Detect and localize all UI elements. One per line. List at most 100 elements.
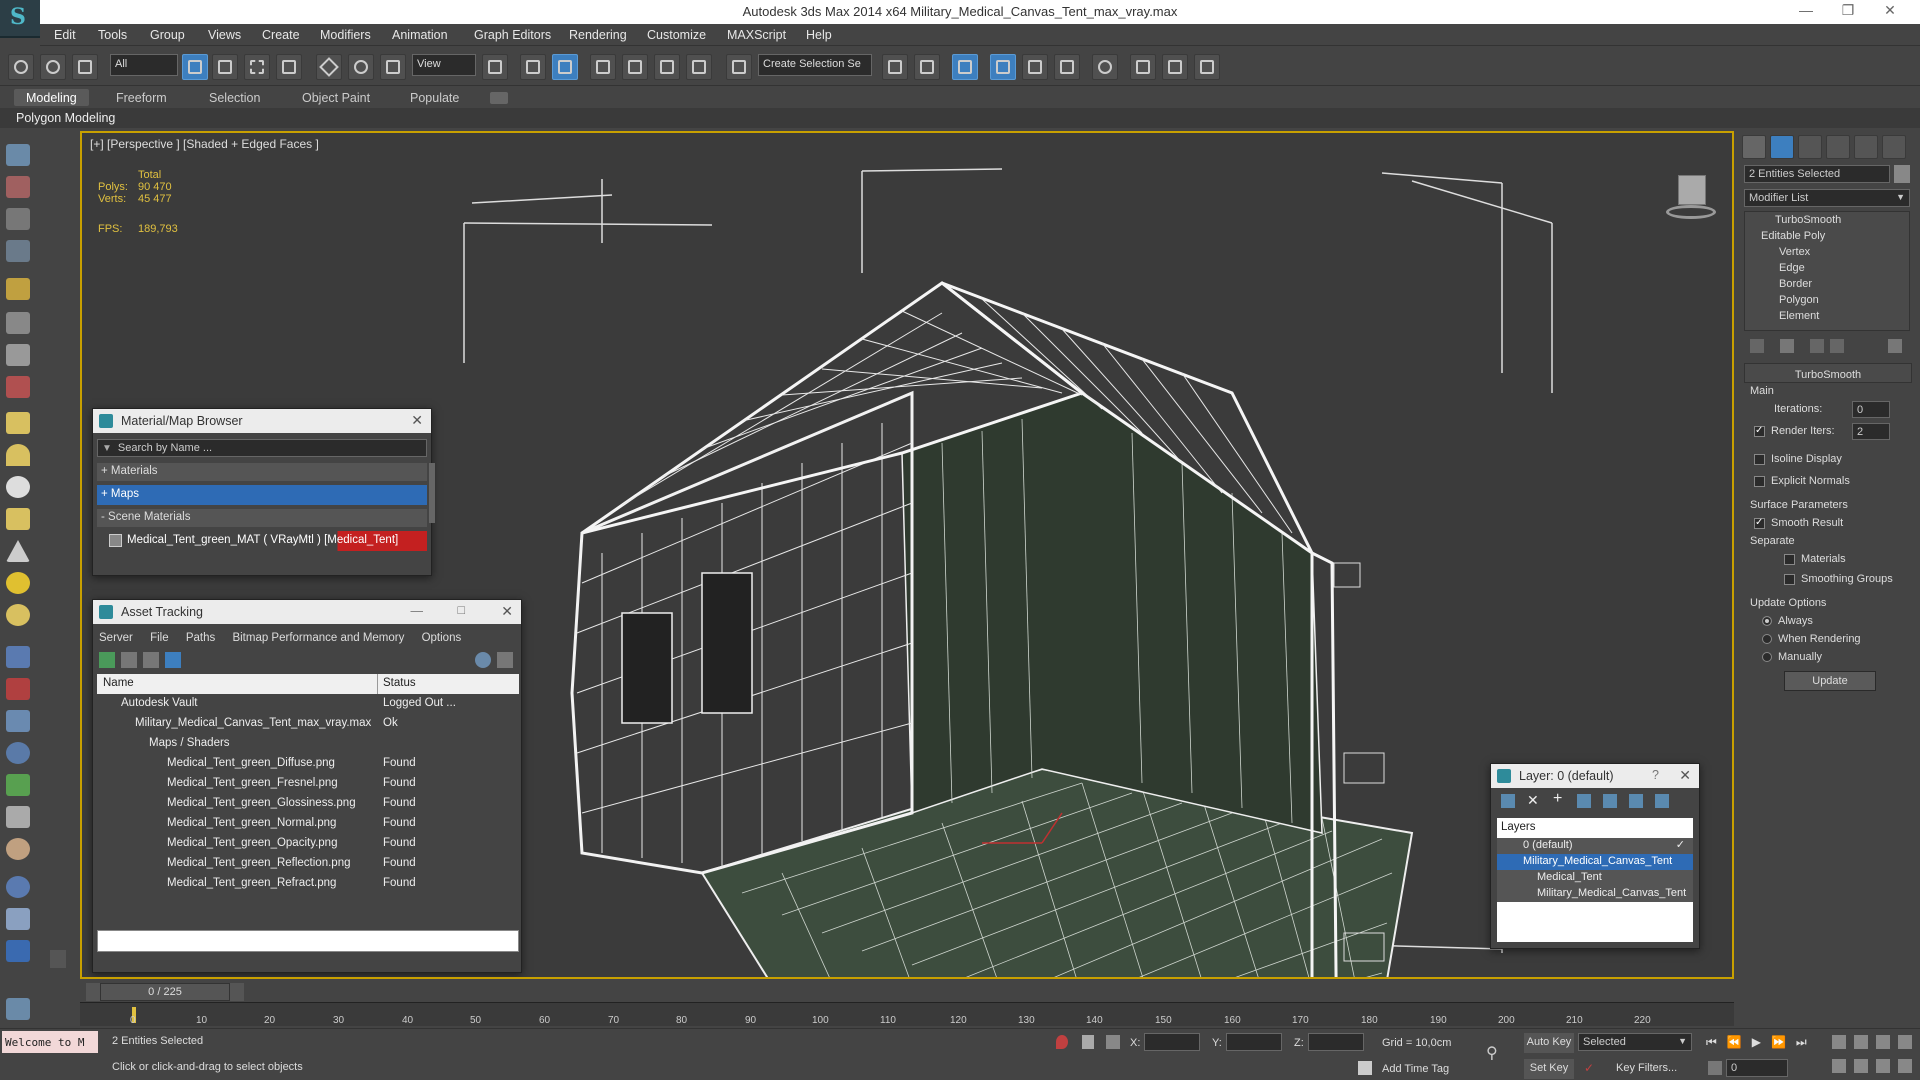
make-unique-icon[interactable] <box>1810 339 1824 353</box>
table-row[interactable]: Military_Medical_Canvas_Tent_max_vray.ma… <box>97 714 519 734</box>
col-name[interactable]: Name <box>103 677 134 689</box>
iterations-spinner[interactable]: 0 <box>1852 401 1890 418</box>
restore-button[interactable]: ❐ <box>1830 2 1866 22</box>
menu-tools[interactable]: Tools <box>98 28 127 42</box>
app-logo-icon[interactable]: S <box>0 0 40 38</box>
render-iters-option[interactable]: Render Iters: <box>1754 425 1835 437</box>
modify-tab-icon[interactable] <box>1770 135 1794 159</box>
stack-vertex[interactable]: Vertex <box>1745 246 1905 263</box>
table-row[interactable]: Medical_Tent_green_Reflection.png Found <box>97 854 519 874</box>
isoline-checkbox[interactable] <box>1754 453 1765 465</box>
x-coordinate-field[interactable] <box>1144 1033 1200 1051</box>
layer-row[interactable]: Medical_Tent <box>1497 870 1693 886</box>
pan-icon[interactable] <box>1854 1059 1868 1073</box>
stack-polygon[interactable]: Polygon <box>1745 294 1905 311</box>
time-slider-thumb[interactable]: 0 / 225 <box>100 983 230 1001</box>
menu-edit[interactable]: Edit <box>54 28 76 42</box>
key-filters-button[interactable]: Key Filters... <box>1616 1062 1677 1074</box>
create-tab-icon[interactable] <box>1742 135 1766 159</box>
table-row[interactable]: Medical_Tent_green_Normal.png Found <box>97 814 519 834</box>
angle-snap-icon[interactable] <box>622 54 648 80</box>
time-config-icon[interactable] <box>1708 1061 1722 1075</box>
expand-arrow-icon[interactable] <box>50 950 66 968</box>
asset-tracking-titlebar[interactable]: Asset Tracking — □ ✕ <box>93 600 521 624</box>
scene-materials-section[interactable]: - Scene Materials <box>97 509 427 527</box>
smoothing-groups-checkbox[interactable] <box>1784 573 1795 585</box>
lock-selection-icon[interactable] <box>1082 1035 1094 1049</box>
rotate-icon[interactable] <box>348 54 374 80</box>
display-tab-icon[interactable] <box>1854 135 1878 159</box>
absolute-mode-icon[interactable] <box>1106 1035 1120 1049</box>
grid-view-icon[interactable] <box>165 652 181 668</box>
menu-rendering[interactable]: Rendering <box>569 28 627 42</box>
teapot-primitive-icon[interactable] <box>6 508 30 530</box>
tab-object-paint[interactable]: Object Paint <box>302 91 370 105</box>
materials-section[interactable]: + Materials <box>97 463 427 481</box>
scale-icon[interactable] <box>380 54 406 80</box>
list-icon[interactable] <box>6 208 30 230</box>
manually-radio[interactable] <box>1762 652 1772 663</box>
layer-row-selected[interactable]: Military_Medical_Canvas_Tent <box>1497 854 1693 870</box>
hierarchy-icon[interactable] <box>6 710 30 732</box>
grid-icon[interactable] <box>6 240 30 262</box>
hide-all-icon[interactable] <box>1629 794 1643 808</box>
material-editor-icon[interactable] <box>1092 54 1118 80</box>
light-icon[interactable] <box>6 278 30 300</box>
schematic-view-icon[interactable] <box>1054 54 1080 80</box>
stack-border[interactable]: Border <box>1745 278 1905 295</box>
cloth-icon[interactable] <box>6 838 30 860</box>
toggle-ribbon-icon[interactable] <box>990 54 1016 80</box>
set-key-curve-icon[interactable]: ✓ <box>1584 1061 1598 1075</box>
options-icon[interactable] <box>497 652 513 668</box>
leaf-icon[interactable] <box>6 774 30 796</box>
update-when-rendering-option[interactable]: When Rendering <box>1762 633 1861 645</box>
selection-name-field[interactable]: 2 Entities Selected <box>1744 165 1890 183</box>
helper-icon[interactable] <box>6 344 30 366</box>
modifier-list-dropdown[interactable]: Modifier List ▼ <box>1744 189 1910 207</box>
bind-space-warp-icon[interactable] <box>72 54 98 80</box>
hair-icon[interactable] <box>6 806 30 828</box>
tab-populate[interactable]: Populate <box>410 91 459 105</box>
tab-selection[interactable]: Selection <box>209 91 260 105</box>
menu-graph-editors[interactable]: Graph Editors <box>474 28 551 42</box>
minimize-button[interactable]: — <box>411 604 424 618</box>
render-production-icon[interactable] <box>1194 54 1220 80</box>
render-iters-checkbox[interactable] <box>1754 425 1765 437</box>
unlink-icon[interactable] <box>40 54 66 80</box>
explicit-normals-checkbox[interactable] <box>1754 475 1765 487</box>
sun-icon[interactable] <box>6 572 30 594</box>
viewport-layout-icon[interactable] <box>6 998 30 1020</box>
materials-checkbox[interactable] <box>1784 553 1795 565</box>
box-icon[interactable] <box>6 412 30 434</box>
layer-window-titlebar[interactable]: Layer: 0 (default)? ✕ <box>1491 764 1699 788</box>
time-tag-icon[interactable] <box>1358 1061 1372 1075</box>
torus-icon[interactable] <box>6 604 30 626</box>
selection-filter-dropdown[interactable]: All <box>110 54 178 76</box>
stack-edge[interactable]: Edge <box>1745 262 1905 279</box>
new-layer-icon[interactable] <box>1501 794 1515 808</box>
material-search-input[interactable]: ▼ Search by Name ... <box>97 439 427 457</box>
stack-turbosmooth[interactable]: TurboSmooth <box>1745 214 1905 231</box>
link-icon[interactable] <box>8 54 34 80</box>
refresh-icon[interactable] <box>99 652 115 668</box>
move-icon[interactable] <box>316 54 342 80</box>
edit-named-selection-icon[interactable] <box>726 54 752 80</box>
menu-group[interactable]: Group <box>150 28 185 42</box>
field-of-view-icon[interactable] <box>1832 1059 1846 1073</box>
maximize-button[interactable]: □ <box>457 603 465 617</box>
menu-modifiers[interactable]: Modifiers <box>320 28 371 42</box>
zoom-extents-icon[interactable] <box>1876 1035 1890 1049</box>
select-in-layer-icon[interactable] <box>1577 794 1591 808</box>
maximize-viewport-icon[interactable] <box>1898 1059 1912 1073</box>
scripting-icon[interactable] <box>6 940 30 962</box>
playback-controls[interactable]: ⏮⏪▶⏩⏭ <box>1706 1035 1816 1051</box>
zoom-icon[interactable] <box>1832 1035 1846 1049</box>
percent-snap-icon[interactable] <box>654 54 680 80</box>
window-crossing-icon[interactable] <box>276 54 302 80</box>
update-button[interactable]: Update <box>1784 671 1876 691</box>
y-coordinate-field[interactable] <box>1226 1033 1282 1051</box>
mirror-icon[interactable] <box>882 54 908 80</box>
rendered-frame-window-icon[interactable] <box>1162 54 1188 80</box>
tab-freeform[interactable]: Freeform <box>116 91 167 105</box>
orbit-icon[interactable] <box>1876 1059 1890 1073</box>
